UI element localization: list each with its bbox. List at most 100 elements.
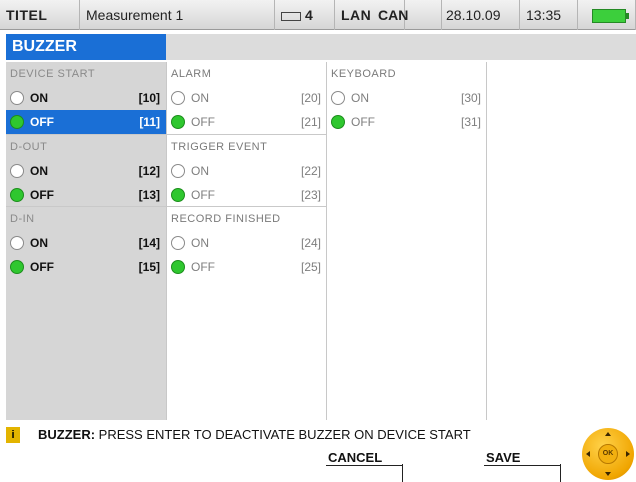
option-code: [30] — [460, 91, 481, 105]
time-display: 13:35 — [520, 0, 578, 30]
option-group: DEVICE START ON [10] OFF [11] — [6, 62, 166, 134]
option-code: [12] — [138, 164, 160, 178]
radio-unchecked-icon[interactable] — [171, 236, 185, 250]
group-label: TRIGGER EVENT — [171, 141, 268, 153]
group-label: DEVICE START — [10, 68, 96, 80]
option-code: [23] — [300, 188, 321, 202]
option-group: KEYBOARD ON [30] OFF [31] — [327, 62, 487, 134]
option-code: [14] — [138, 236, 160, 250]
option-label: ON — [191, 236, 209, 250]
radio-option[interactable]: OFF [11] — [6, 110, 166, 134]
radio-option[interactable]: ON [14] — [6, 231, 166, 255]
option-code: [31] — [460, 115, 481, 129]
settings-column-4 — [486, 62, 636, 420]
settings-column-3: KEYBOARD ON [30] OFF [31] — [326, 62, 486, 420]
radio-option[interactable]: ON [12] — [6, 159, 166, 183]
info-prefix: BUZZER: — [38, 427, 96, 442]
radio-option[interactable]: OFF [31] — [327, 110, 487, 134]
battery-small-icon — [281, 11, 301, 21]
info-icon: i — [6, 427, 20, 443]
option-label: OFF — [351, 115, 375, 129]
radio-checked-icon[interactable] — [171, 188, 185, 202]
battery-count: 4 — [275, 0, 335, 30]
arrow-up-icon[interactable] — [605, 432, 611, 436]
group-label: RECORD FINISHED — [171, 213, 281, 225]
radio-unchecked-icon[interactable] — [10, 91, 24, 105]
option-label: ON — [191, 164, 209, 178]
option-group: RECORD FINISHED ON [24] OFF [25] — [167, 206, 327, 279]
cancel-label: CANCEL — [326, 450, 402, 466]
radio-unchecked-icon[interactable] — [10, 164, 24, 178]
option-label: ON — [30, 91, 48, 105]
group-label: D-OUT — [10, 141, 48, 153]
group-label: KEYBOARD — [331, 68, 397, 80]
measurement-name: Measurement 1 — [80, 0, 275, 30]
option-code: [21] — [300, 115, 321, 129]
radio-option[interactable]: ON [22] — [167, 159, 327, 183]
info-message: BUZZER: PRESS ENTER TO DEACTIVATE BUZZER… — [38, 424, 471, 446]
radio-option[interactable]: OFF [15] — [6, 255, 166, 279]
option-label: OFF — [30, 115, 54, 129]
group-label: ALARM — [171, 68, 212, 80]
option-label: ON — [30, 164, 48, 178]
radio-checked-icon[interactable] — [10, 115, 24, 129]
option-code: [11] — [139, 115, 160, 129]
option-label: ON — [191, 91, 209, 105]
radio-unchecked-icon[interactable] — [10, 236, 24, 250]
radio-unchecked-icon[interactable] — [171, 164, 185, 178]
group-label: D-IN — [10, 213, 35, 225]
option-label: OFF — [30, 188, 54, 202]
option-code: [13] — [138, 188, 160, 202]
battery-icon — [578, 0, 636, 30]
titel-label: TITEL — [0, 0, 80, 30]
option-label: OFF — [191, 260, 215, 274]
option-group: TRIGGER EVENT ON [22] OFF [23] — [167, 134, 327, 207]
option-group: ALARM ON [20] OFF [21] — [167, 62, 327, 134]
option-label: ON — [351, 91, 369, 105]
save-label: SAVE — [484, 450, 560, 466]
option-group: D-IN ON [14] OFF [15] — [6, 206, 166, 279]
radio-checked-icon[interactable] — [10, 188, 24, 202]
settings-column-1: DEVICE START ON [10] OFF [11] D-OUT ON [12] OFF [… — [6, 62, 166, 420]
date-display: 28.10.09 — [440, 0, 520, 30]
radio-checked-icon[interactable] — [171, 115, 185, 129]
option-code: [15] — [138, 260, 160, 274]
radio-option[interactable]: ON [24] — [167, 231, 327, 255]
option-label: OFF — [191, 115, 215, 129]
radio-checked-icon[interactable] — [171, 260, 185, 274]
radio-checked-icon[interactable] — [331, 115, 345, 129]
arrow-left-icon[interactable] — [586, 451, 590, 457]
page-title: BUZZER — [6, 34, 166, 60]
radio-unchecked-icon[interactable] — [331, 91, 345, 105]
option-label: ON — [30, 236, 48, 250]
radio-option[interactable]: OFF [21] — [167, 110, 327, 134]
radio-option[interactable]: ON [30] — [327, 86, 487, 110]
radio-option[interactable]: ON [20] — [167, 86, 327, 110]
cancel-button[interactable]: CANCEL — [326, 450, 406, 482]
radio-option[interactable]: OFF [25] — [167, 255, 327, 279]
can-indicator: CAN — [372, 0, 442, 30]
battery-count-value: 4 — [305, 7, 313, 23]
battery-level-bar — [592, 9, 626, 23]
radio-option[interactable]: OFF [13] — [6, 183, 166, 207]
save-button[interactable]: SAVE — [484, 450, 564, 482]
radio-unchecked-icon[interactable] — [171, 91, 185, 105]
radio-checked-icon[interactable] — [10, 260, 24, 274]
settings-column-2: ALARM ON [20] OFF [21] TRIGGER EVENT ON [22] OFF… — [166, 62, 327, 420]
option-code: [24] — [300, 236, 321, 250]
status-bar: TITEL Measurement 1 4 LAN USB CAN 28.10.… — [0, 0, 636, 53]
radio-option[interactable]: ON [10] — [6, 86, 166, 110]
ok-button[interactable]: OK — [598, 444, 618, 464]
option-code: [25] — [300, 260, 321, 274]
info-line: i BUZZER: PRESS ENTER TO DEACTIVATE BUZZ… — [6, 424, 566, 446]
arrow-right-icon[interactable] — [626, 451, 630, 457]
tab-strip — [166, 34, 636, 60]
radio-option[interactable]: OFF [23] — [167, 183, 327, 207]
option-code: [22] — [300, 164, 321, 178]
option-label: OFF — [191, 188, 215, 202]
option-group: D-OUT ON [12] OFF [13] — [6, 134, 166, 207]
arrow-down-icon[interactable] — [605, 472, 611, 476]
ok-navigation-wheel[interactable]: OK — [582, 428, 634, 480]
option-label: OFF — [30, 260, 54, 274]
option-code: [10] — [138, 91, 160, 105]
